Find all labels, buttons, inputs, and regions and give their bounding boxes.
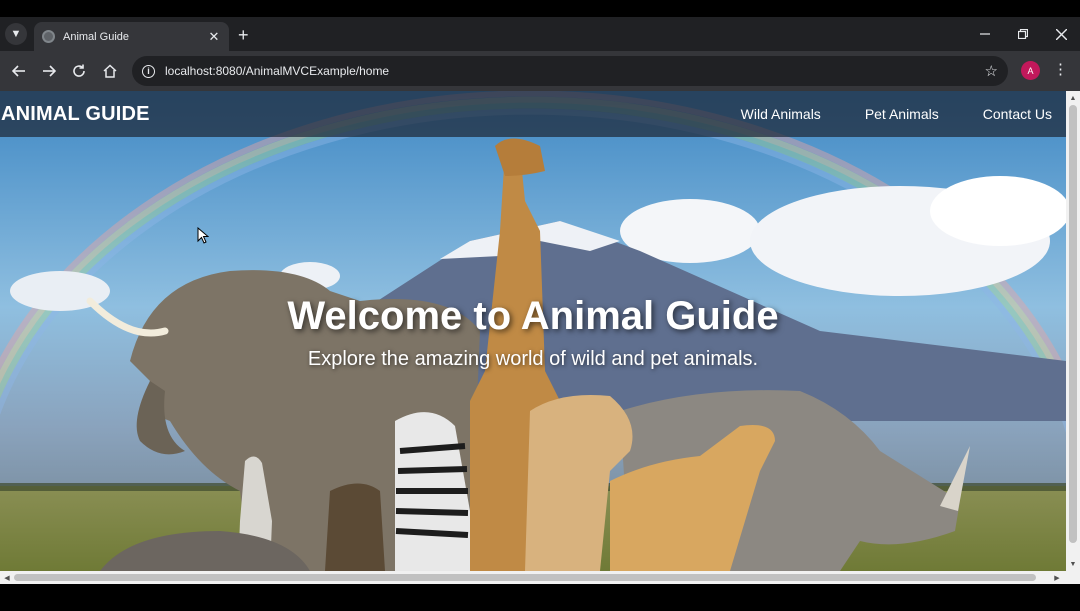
vertical-scrollbar[interactable]: ▲ ▼ — [1066, 91, 1080, 571]
close-icon — [1055, 28, 1067, 40]
tab-title: Animal Guide — [63, 30, 130, 43]
nav-link-contact-us[interactable]: Contact Us — [983, 106, 1052, 122]
more-vertical-icon[interactable]: ⋮ — [1053, 60, 1068, 78]
chevron-down-icon: ▼ — [10, 28, 22, 40]
minimize-button[interactable] — [966, 17, 1004, 51]
vertical-scroll-thumb[interactable] — [1069, 105, 1077, 543]
hero-subtitle: Explore the amazing world of wild and pe… — [307, 348, 759, 370]
reload-icon — [73, 64, 85, 77]
horizontal-scrollbar[interactable]: ◀ ▶ — [0, 571, 1080, 584]
mouse-cursor-icon — [197, 227, 209, 244]
tab-strip: ▼ Animal Guide ✕ + — [0, 17, 1080, 51]
arrow-left-icon — [12, 65, 25, 77]
hero-title: Welcome to Animal Guide — [287, 294, 779, 338]
scroll-right-arrow-icon[interactable]: ▶ — [1050, 571, 1064, 584]
reload-button[interactable] — [68, 60, 90, 82]
close-icon[interactable]: ✕ — [207, 29, 221, 45]
site-brand[interactable]: ANIMAL GUIDE — [0, 103, 150, 126]
profile-avatar[interactable]: A — [1021, 61, 1040, 80]
close-window-button[interactable] — [1042, 17, 1080, 51]
letterbox-top — [0, 0, 1080, 17]
letterbox-bottom — [0, 584, 1080, 611]
info-icon[interactable]: i — [142, 64, 155, 78]
globe-icon — [42, 30, 55, 43]
main-nav: Wild Animals Pet Animals Contact Us — [697, 91, 1052, 137]
browser-toolbar: i localhost:8080/AnimalMVCExample/home ☆… — [0, 51, 1080, 91]
window-controls — [966, 17, 1080, 51]
address-bar[interactable]: i localhost:8080/AnimalMVCExample/home ☆ — [132, 56, 1008, 86]
scroll-left-arrow-icon[interactable]: ◀ — [0, 571, 14, 584]
star-icon[interactable]: ☆ — [985, 62, 998, 80]
browser-tab[interactable]: Animal Guide ✕ — [34, 22, 229, 51]
arrow-right-icon — [43, 65, 56, 77]
home-icon — [103, 64, 117, 78]
horizontal-scroll-thumb[interactable] — [14, 574, 1036, 581]
tab-search-button[interactable]: ▼ — [5, 23, 27, 45]
restore-icon — [1018, 29, 1028, 39]
new-tab-button[interactable]: + — [238, 26, 249, 44]
minimize-icon — [980, 33, 990, 35]
plus-icon: + — [238, 25, 249, 45]
url-text[interactable]: localhost:8080/AnimalMVCExample/home — [165, 64, 985, 78]
scroll-up-arrow-icon[interactable]: ▲ — [1066, 91, 1080, 105]
forward-button[interactable] — [38, 60, 60, 82]
page-viewport: ANIMAL GUIDE Wild Animals Pet Animals Co… — [0, 91, 1066, 571]
home-button[interactable] — [99, 60, 121, 82]
back-button[interactable] — [8, 60, 30, 82]
nav-link-wild-animals[interactable]: Wild Animals — [741, 106, 821, 122]
restore-button[interactable] — [1004, 17, 1042, 51]
nav-link-pet-animals[interactable]: Pet Animals — [865, 106, 939, 122]
scroll-down-arrow-icon[interactable]: ▼ — [1066, 557, 1080, 571]
site-header: ANIMAL GUIDE Wild Animals Pet Animals Co… — [0, 91, 1066, 137]
